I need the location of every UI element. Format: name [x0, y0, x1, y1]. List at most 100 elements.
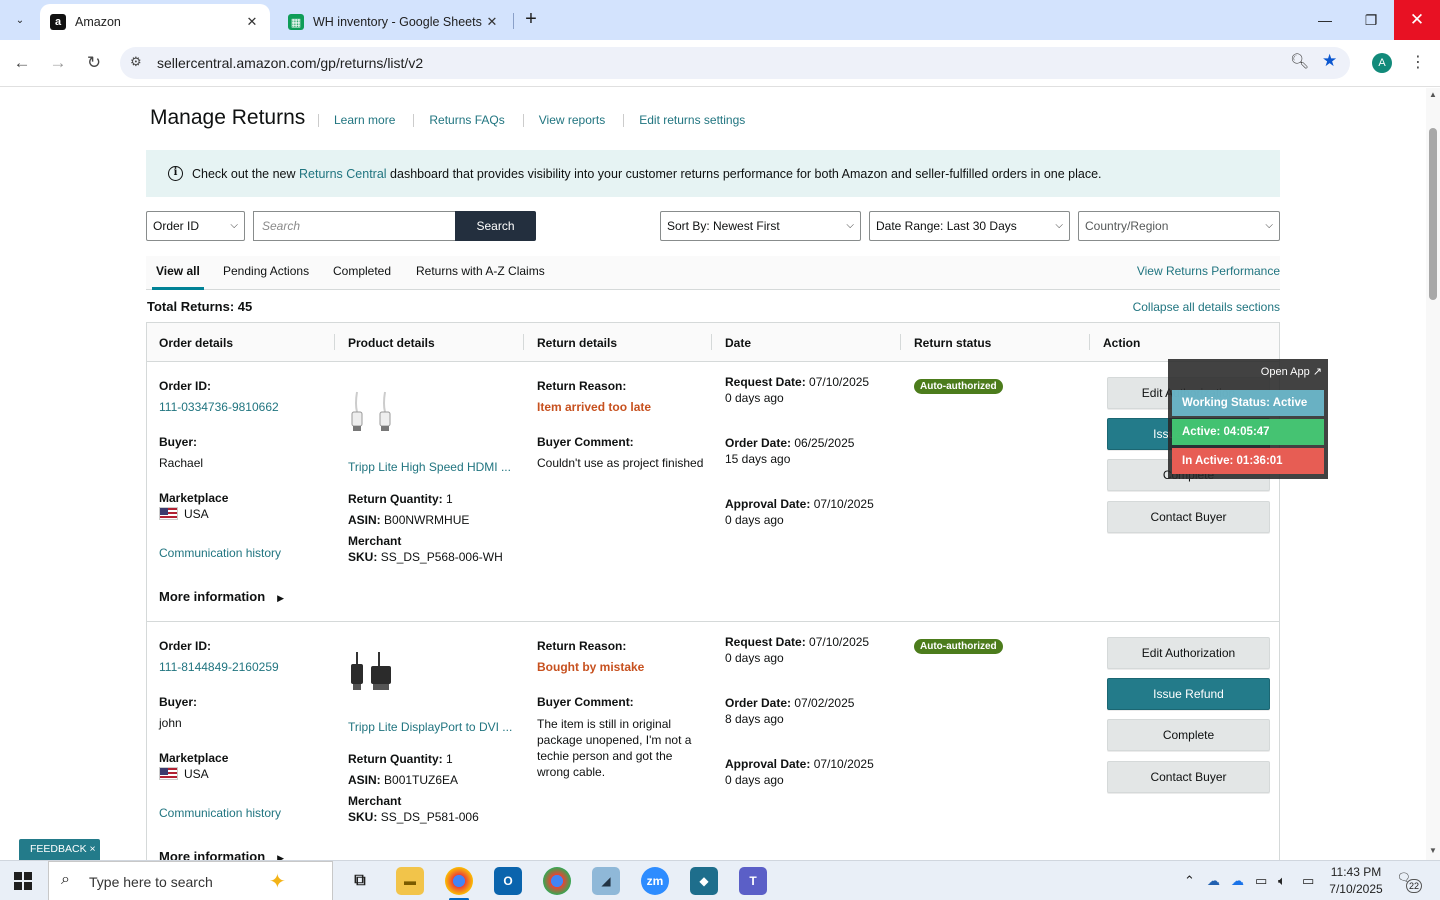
issue-refund-button[interactable]: Issue Refund [1107, 678, 1270, 710]
scroll-up-icon[interactable]: ▲ [1429, 90, 1437, 99]
close-tab-icon[interactable]: ✕ [484, 14, 500, 30]
buyer-name: Rachael [159, 456, 204, 470]
tab-google-sheets[interactable]: ▦ WH inventory - Google Sheets ✕ [278, 4, 510, 40]
chevron-down-icon: ⌵ [846, 220, 854, 231]
clock-time: 11:43 PM [1330, 865, 1382, 879]
task-view-icon[interactable]: ⧉ [346, 867, 374, 895]
col-product-details: Product details [348, 336, 435, 350]
notification-center-icon[interactable]: 🗨︎ 22 [1397, 871, 1423, 893]
tab-search-icon[interactable]: ⌄ [8, 8, 32, 32]
contact-buyer-button[interactable]: Contact Buyer [1107, 501, 1270, 533]
view-returns-performance-link[interactable]: View Returns Performance [1137, 264, 1280, 278]
learn-more-link[interactable]: Learn more [318, 114, 413, 127]
chrome-profile-icon[interactable] [543, 867, 571, 895]
site-settings-icon[interactable]: ⚙ [130, 54, 142, 70]
onedrive-icon[interactable]: ☁ [1207, 873, 1220, 889]
battery-icon[interactable]: ▭ [1255, 873, 1267, 889]
sku: SKU: SS_DS_P568-006-WH [348, 550, 503, 564]
product-title-link[interactable]: Tripp Lite DisplayPort to DVI ... [348, 720, 512, 734]
sort-select[interactable]: Sort By: Newest First ⌵ [660, 211, 861, 241]
forward-button[interactable]: → [45, 50, 71, 76]
contact-buyer-button[interactable]: Contact Buyer [1107, 761, 1270, 793]
back-button[interactable]: ← [9, 50, 35, 76]
show-hidden-icons[interactable]: ⌃ [1184, 873, 1195, 889]
zoom-icon[interactable]: 🔍︎ [1290, 52, 1309, 70]
order-id-link[interactable]: 111-0334736-9810662 [159, 400, 279, 414]
minimize-button[interactable]: — [1302, 0, 1348, 40]
buyer-label: Buyer: [159, 435, 198, 449]
windows-start-icon[interactable] [14, 872, 32, 890]
tab-title: WH inventory - Google Sheets [313, 15, 482, 29]
reload-button[interactable]: ↻ [81, 50, 107, 76]
search-button[interactable]: Search [455, 211, 536, 241]
restore-button[interactable]: ❐ [1348, 0, 1394, 40]
bookmark-star-icon[interactable]: ★ [1322, 51, 1337, 71]
more-information-toggle[interactable]: More information ▶ [159, 589, 284, 604]
tab-completed[interactable]: Completed [333, 256, 391, 290]
new-tab-button[interactable]: + [520, 8, 542, 32]
feedback-button[interactable]: FEEDBACK × [19, 839, 100, 860]
returns-central-link[interactable]: Returns Central [299, 167, 387, 181]
scrollbar-thumb[interactable] [1429, 128, 1437, 300]
order-id-link[interactable]: 111-8144849-2160259 [159, 660, 279, 674]
approval-date: Approval Date: 07/10/2025 [725, 757, 874, 771]
approval-days-ago: 0 days ago [725, 513, 784, 527]
tab-amazon[interactable]: a Amazon ✕ [40, 4, 270, 40]
table-header: Order details Product details Return det… [147, 323, 1279, 362]
scroll-down-icon[interactable]: ▼ [1429, 846, 1437, 855]
tab-a-z-claims[interactable]: Returns with A-Z Claims [416, 256, 545, 290]
communication-history-link[interactable]: Communication history [159, 806, 281, 820]
volume-icon[interactable]: 🔈︎ [1278, 873, 1286, 889]
chevron-down-icon: ⌵ [230, 220, 238, 231]
file-explorer-icon[interactable]: ▬ [396, 867, 424, 895]
search-field-select[interactable]: Order ID ⌵ [146, 211, 245, 241]
more-information-toggle[interactable]: More information ▶ [159, 849, 284, 860]
time-tracker-widget[interactable]: Open App ↗ Working Status: Active Active… [1168, 359, 1328, 479]
communication-history-link[interactable]: Communication history [159, 546, 281, 560]
return-reason-value: Item arrived too late [537, 400, 652, 414]
close-window-button[interactable]: ✕ [1394, 0, 1440, 40]
edit-authorization-button[interactable]: Edit Authorization [1107, 637, 1270, 669]
request-date: Request Date: 07/10/2025 [725, 375, 870, 389]
taskbar-search-box[interactable]: ⌕ Type here to search ✦ [48, 861, 333, 900]
sku: SKU: SS_DS_P581-006 [348, 810, 479, 824]
us-flag-icon [159, 507, 178, 520]
tab-view-all[interactable]: View all [152, 256, 204, 290]
close-tab-icon[interactable]: ✕ [244, 14, 260, 30]
column-divider [711, 334, 712, 350]
url-text[interactable]: sellercentral.amazon.com/gp/returns/list… [157, 55, 423, 71]
tab-title: Amazon [75, 15, 121, 29]
outlook-icon[interactable]: O [494, 867, 522, 895]
browser-toolbar: ← → ↻ ⚙ sellercentral.amazon.com/gp/retu… [0, 40, 1440, 87]
product-image-displayport[interactable] [347, 650, 397, 694]
search-input[interactable]: Search [253, 211, 456, 241]
zoom-app-icon[interactable]: zm [641, 867, 669, 895]
header-links: Learn more Returns FAQs View reports Edi… [318, 114, 763, 127]
app-diamond-icon[interactable]: ◆ [690, 867, 718, 895]
system-clock[interactable]: 11:43 PM 7/10/2025 [1322, 864, 1390, 898]
cloud-icon[interactable]: ☁ [1231, 873, 1244, 889]
merchant-label: Merchant [348, 794, 402, 808]
edit-returns-settings-link[interactable]: Edit returns settings [623, 114, 763, 127]
collapse-all-link[interactable]: Collapse all details sections [1133, 300, 1280, 314]
teams-icon[interactable]: T [739, 867, 767, 895]
product-image-hdmi[interactable] [347, 390, 397, 434]
browser-menu-icon[interactable]: ⋮ [1410, 52, 1426, 74]
tab-pending-actions[interactable]: Pending Actions [223, 256, 309, 290]
return-reason-value: Bought by mistake [537, 660, 645, 674]
address-bar[interactable]: ⚙ sellercentral.amazon.com/gp/returns/li… [120, 47, 1350, 79]
open-app-link[interactable]: Open App ↗ [1261, 365, 1322, 378]
network-icon[interactable]: ▭ [1302, 873, 1314, 889]
complete-button[interactable]: Complete [1107, 719, 1270, 751]
country-region-select[interactable]: Country/Region ⌵ [1078, 211, 1280, 241]
profile-avatar[interactable]: A [1372, 53, 1392, 73]
sheets-icon: ▦ [288, 14, 304, 30]
page-scrollbar[interactable]: ▲ ▼ [1426, 88, 1440, 860]
app-icon[interactable]: ◢ [592, 867, 620, 895]
product-title-link[interactable]: Tripp Lite High Speed HDMI ... [348, 460, 511, 474]
returns-faqs-link[interactable]: Returns FAQs [413, 114, 522, 127]
returns-table: Order details Product details Return det… [146, 322, 1280, 860]
date-range-select[interactable]: Date Range: Last 30 Days ⌵ [869, 211, 1070, 241]
chrome-icon[interactable] [445, 867, 473, 895]
view-reports-link[interactable]: View reports [522, 114, 623, 127]
